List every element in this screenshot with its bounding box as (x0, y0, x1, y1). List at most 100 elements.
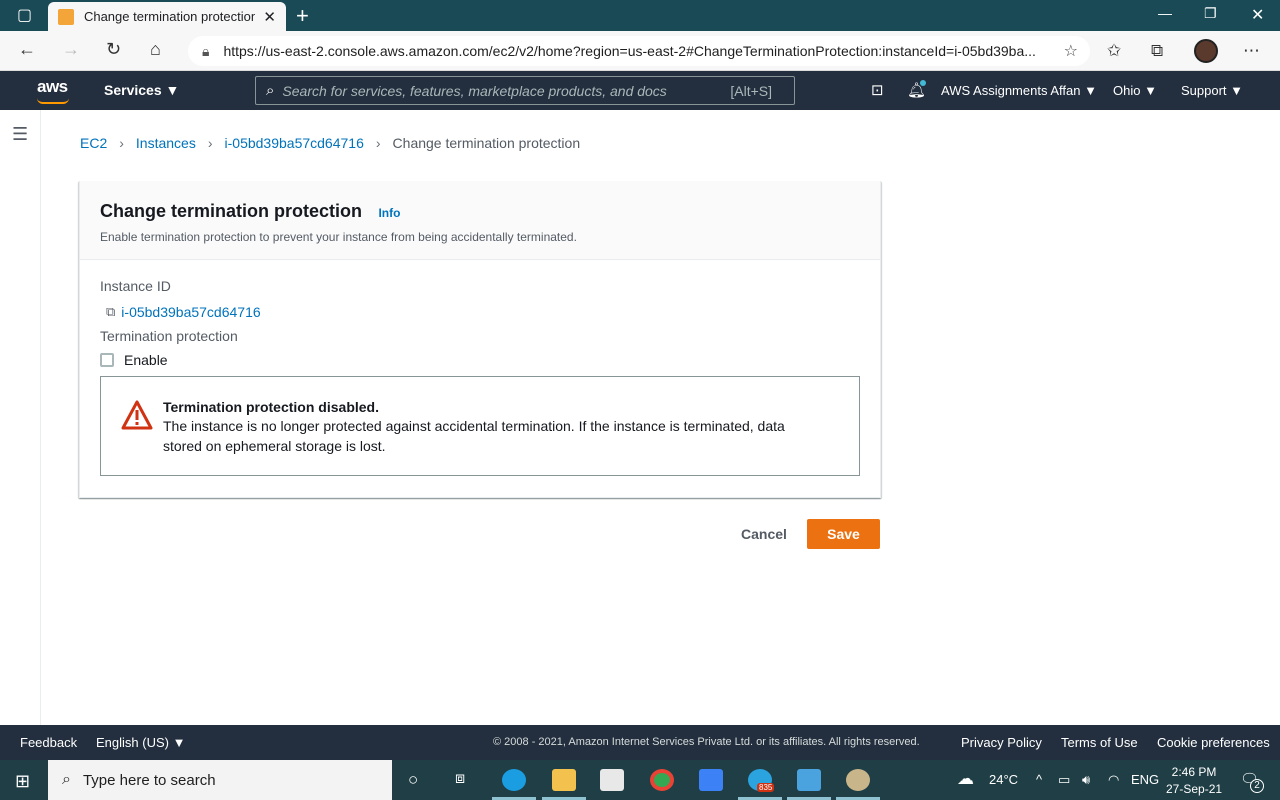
wifi-icon[interactable]: ◠ (1108, 772, 1119, 788)
search-icon: ⌕ (266, 82, 275, 99)
show-hidden-icons-icon[interactable]: ^ (1036, 772, 1042, 787)
hamburger-menu-icon[interactable]: ☰ (12, 124, 28, 145)
telegram-badge: 835 (757, 783, 775, 792)
battery-icon[interactable]: ▭ (1058, 772, 1070, 788)
save-button[interactable]: Save (807, 519, 880, 549)
alert-title: Termination protection disabled. (163, 399, 379, 415)
control-panel-icon[interactable] (797, 769, 821, 791)
aws-footer: Feedback English (US) ▼ © 2008 - 2021, A… (0, 725, 1280, 760)
windows-start-icon[interactable]: ⊞ (15, 771, 30, 792)
copyright-text: © 2008 - 2021, Amazon Internet Services … (493, 736, 920, 748)
paint-icon[interactable] (846, 769, 870, 791)
search-input[interactable] (282, 82, 723, 99)
region-menu[interactable]: Ohio ▼ (1113, 83, 1157, 98)
microsoft-store-icon[interactable] (600, 769, 624, 791)
lock-icon[interactable]: 🔒︎ (202, 43, 209, 60)
input-language[interactable]: ENG (1131, 772, 1159, 787)
feedback-link[interactable]: Feedback (20, 735, 77, 750)
breadcrumb-instance-id[interactable]: i-05bd39ba57cd64716 (225, 135, 364, 151)
tab-actions-icon[interactable]: ▢ (17, 5, 32, 25)
close-window-icon[interactable]: ✕ (1251, 5, 1264, 25)
cancel-button[interactable]: Cancel (729, 519, 799, 549)
side-navigation: ☰ (0, 110, 41, 725)
alert-message: The instance is no longer protected agai… (163, 418, 785, 454)
panel-description: Enable termination protection to prevent… (100, 230, 577, 244)
breadcrumb-ec2[interactable]: EC2 (80, 135, 107, 151)
support-menu[interactable]: Support ▼ (1181, 83, 1243, 98)
collections-icon[interactable]: ⧉ (1151, 41, 1163, 61)
refresh-icon[interactable]: ↻ (106, 39, 121, 60)
taskbar-search[interactable]: ⌕ Type here to search (48, 760, 392, 800)
cloudshell-icon[interactable]: ⊡ (871, 81, 884, 99)
profile-avatar[interactable] (1194, 39, 1218, 63)
task-view-icon[interactable]: ⧈ (455, 770, 465, 788)
restore-icon[interactable]: ❐ (1204, 5, 1217, 22)
file-explorer-icon[interactable] (552, 769, 576, 791)
chrome-icon[interactable] (650, 769, 674, 791)
enable-checkbox[interactable] (100, 353, 114, 367)
panel-body: Instance ID ⧉ i-05bd39ba57cd64716 Termin… (80, 260, 880, 496)
add-favorite-icon[interactable]: ☆ (1064, 41, 1078, 61)
clock-date: 27-Sep-21 (1166, 782, 1223, 796)
aws-top-nav: aws Services ▼ ⌕ [Alt+S] ⊡ 🔔︎ AWS Assign… (0, 71, 1280, 110)
breadcrumb-current: Change termination protection (392, 135, 581, 151)
edge-icon[interactable] (502, 769, 526, 791)
wps-office-icon[interactable] (699, 769, 723, 791)
aws-search[interactable]: ⌕ [Alt+S] (255, 76, 795, 105)
warning-triangle-icon (121, 400, 153, 430)
taskbar-search-placeholder[interactable]: Type here to search (83, 772, 216, 789)
cookie-preferences-link[interactable]: Cookie preferences (1157, 735, 1270, 750)
services-menu[interactable]: Services ▼ (104, 82, 179, 98)
more-options-icon[interactable]: ⋯ (1243, 41, 1260, 61)
breadcrumb: EC2 › Instances › i-05bd39ba57cd64716 › … (80, 135, 580, 151)
favorites-icon[interactable]: ✩ (1107, 41, 1121, 61)
instance-id-value: ⧉ i-05bd39ba57cd64716 (100, 304, 860, 320)
alert-content: Termination protection disabled. The ins… (163, 399, 823, 475)
enable-checkbox-row[interactable]: Enable (100, 352, 860, 368)
notification-dot (920, 80, 926, 86)
chevron-right-icon: › (207, 135, 213, 151)
search-icon: ⌕ (62, 771, 71, 788)
close-tab-icon[interactable]: ✕ (263, 8, 276, 26)
aws-favicon-icon (58, 8, 74, 25)
browser-tab[interactable]: Change termination protection | ✕ (48, 2, 286, 31)
page-title: Change termination protection (100, 201, 363, 221)
instance-id-label: Instance ID (100, 278, 171, 294)
aws-logo-smile (37, 98, 69, 104)
aws-logo[interactable]: aws (37, 77, 68, 97)
address-bar[interactable]: 🔒︎ https://us-east-2.console.aws.amazon.… (188, 36, 1090, 66)
weather-icon[interactable]: ☁ (957, 769, 974, 789)
clock-time: 2:46 PM (1171, 765, 1217, 779)
warning-alert: Termination protection disabled. The ins… (100, 376, 860, 476)
privacy-policy-link[interactable]: Privacy Policy (961, 735, 1042, 750)
windows-taskbar: ⊞ ⌕ Type here to search ○ ⧈ 835 ☁ 24°C ^… (0, 760, 1280, 800)
tab-title: Change termination protection | (83, 9, 256, 24)
new-tab-icon[interactable]: + (296, 3, 309, 29)
temperature[interactable]: 24°C (989, 772, 1018, 787)
account-menu[interactable]: AWS Assignments Affan ▼ (941, 83, 1097, 98)
search-shortcut: [Alt+S] (730, 82, 773, 99)
home-icon[interactable]: ⌂ (150, 39, 161, 60)
terms-of-use-link[interactable]: Terms of Use (1061, 735, 1138, 750)
language-selector[interactable]: English (US) ▼ (96, 735, 185, 750)
chevron-right-icon: › (375, 135, 381, 151)
chevron-right-icon: › (119, 135, 124, 151)
cortana-icon[interactable]: ○ (408, 770, 418, 790)
browser-toolbar: ← → ↻ ⌂ 🔒︎ https://us-east-2.console.aws… (0, 31, 1280, 71)
termination-protection-panel: Change termination protection Info Enabl… (79, 181, 881, 498)
system-clock[interactable]: 2:46 PM 27-Sep-21 (1166, 764, 1222, 798)
browser-titlebar: ▢ Change termination protection | ✕ + — … (0, 0, 1280, 31)
minimize-icon[interactable]: — (1158, 5, 1172, 21)
back-icon[interactable]: ← (18, 39, 36, 60)
panel-header: Change termination protection Info Enabl… (80, 181, 880, 260)
instance-id-link[interactable]: i-05bd39ba57cd64716 (121, 304, 260, 320)
copy-icon[interactable]: ⧉ (106, 304, 115, 320)
forward-icon[interactable]: → (62, 39, 80, 60)
enable-label[interactable]: Enable (124, 352, 168, 368)
termination-protection-label: Termination protection (100, 328, 238, 344)
info-link[interactable]: Info (378, 206, 400, 220)
breadcrumb-instances[interactable]: Instances (136, 135, 196, 151)
volume-icon[interactable]: 🔊︎ (1082, 772, 1090, 788)
url-text[interactable]: https://us-east-2.console.aws.amazon.com… (223, 43, 1043, 59)
notification-count: 2 (1250, 779, 1264, 793)
